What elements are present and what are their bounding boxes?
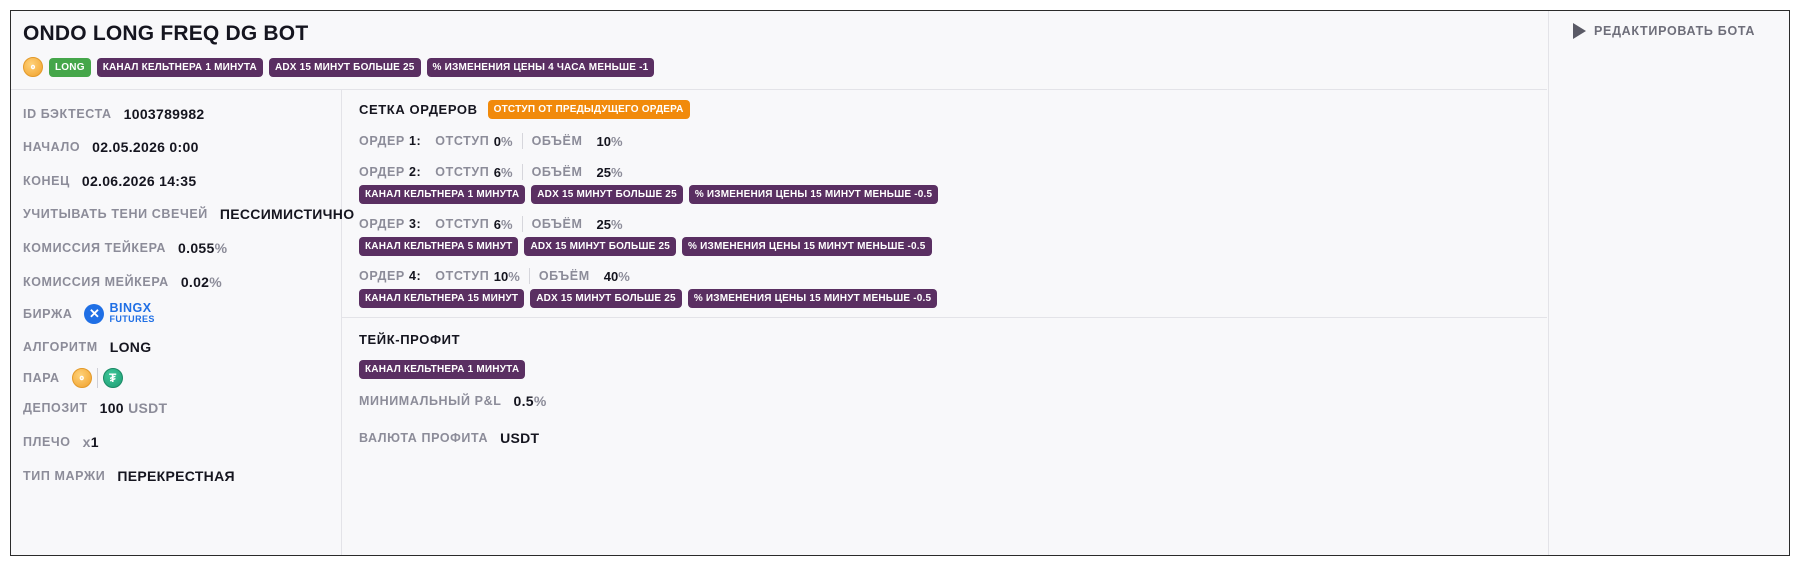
edit-bot-button[interactable]: РЕДАКТИРОВАТЬ БОТА bbox=[1573, 23, 1755, 39]
take-profit: ТЕЙК-ПРОФИТ КАНАЛ КЕЛЬТНЕРА 1 МИНУТА МИН… bbox=[342, 318, 1547, 555]
order-grid-header: СЕТКА ОРДЕРОВ ОТСТУП ОТ ПРЕДЫДУЩЕГО ОРДЕ… bbox=[359, 100, 690, 119]
condition-badge: КАНАЛ КЕЛЬТНЕРА 15 МИНУТ bbox=[359, 289, 525, 308]
condition-badge: % ИЗМЕНЕНИЯ ЦЕНЫ 15 МИНУТ МЕНЬШЕ -0.5 bbox=[688, 185, 939, 204]
order-conditions: КАНАЛ КЕЛЬТНЕРА 1 МИНУТА ADX 15 МИНУТ БО… bbox=[359, 185, 939, 204]
order-row: ОРДЕР 4: ОТСТУП 10% ОБЪЁМ 40% bbox=[359, 268, 630, 284]
param-algorithm: АЛГОРИТМ LONG bbox=[23, 339, 152, 355]
param-pair: ПАРА ⚬ ₮ bbox=[23, 368, 123, 388]
condition-badge: КАНАЛ КЕЛЬТНЕРА 1 МИНУТА bbox=[96, 57, 263, 77]
param-taker-fee: КОМИССИЯ ТЕЙКЕРА 0.055% bbox=[23, 240, 228, 256]
backtest-params: ID БЭКТЕСТА 1003789982 НАЧАЛО 02.05.2026… bbox=[11, 90, 354, 555]
divider bbox=[521, 164, 523, 180]
condition-badge: % ИЗМЕНЕНИЯ ЦЕНЫ 4 ЧАСА МЕНЬШЕ -1 bbox=[426, 57, 655, 77]
bot-title: ONDO LONG FREQ DG BOT bbox=[23, 22, 309, 45]
order-grid-title: СЕТКА ОРДЕРОВ bbox=[359, 102, 478, 117]
order-grid: СЕТКА ОРДЕРОВ ОТСТУП ОТ ПРЕДЫДУЩЕГО ОРДЕ… bbox=[342, 90, 1547, 318]
divider bbox=[528, 268, 530, 284]
condition-badge: % ИЗМЕНЕНИЯ ЦЕНЫ 15 МИНУТ МЕНЬШЕ -0.5 bbox=[682, 237, 932, 256]
order-row: ОРДЕР 2: ОТСТУП 6% ОБЪЁМ 25% bbox=[359, 164, 623, 180]
param-maker-fee: КОМИССИЯ МЕЙКЕРА 0.02% bbox=[23, 274, 223, 290]
param-margin-type: ТИП МАРЖИ ПЕРЕКРЕСТНАЯ bbox=[23, 468, 235, 484]
divider bbox=[521, 133, 523, 149]
min-pnl: МИНИМАЛЬНЫЙ P&L 0.5% bbox=[359, 393, 547, 409]
bot-card: ONDO LONG FREQ DG BOT ⚬ LONG КАНАЛ КЕЛЬТ… bbox=[10, 10, 1790, 556]
offset-mode-badge: ОТСТУП ОТ ПРЕДЫДУЩЕГО ОРДЕРА bbox=[487, 100, 690, 119]
ondo-coin-icon: ⚬ bbox=[23, 57, 43, 77]
direction-badge: LONG bbox=[49, 57, 91, 77]
condition-badge: ADX 15 МИНУТ БОЛЬШЕ 25 bbox=[268, 57, 421, 77]
bingx-logo: ✕ BINGX FUTURES bbox=[84, 302, 154, 325]
order-conditions: КАНАЛ КЕЛЬТНЕРА 5 МИНУТ ADX 15 МИНУТ БОЛ… bbox=[359, 237, 932, 256]
param-backtest-id: ID БЭКТЕСТА 1003789982 bbox=[23, 106, 205, 122]
profit-currency: ВАЛЮТА ПРОФИТА USDT bbox=[359, 430, 540, 446]
ondo-coin-icon: ⚬ bbox=[71, 368, 92, 388]
param-start: НАЧАЛО 02.05.2026 0:00 bbox=[23, 139, 199, 155]
take-profit-title: ТЕЙК-ПРОФИТ bbox=[359, 332, 461, 347]
bot-header: ONDO LONG FREQ DG BOT ⚬ LONG КАНАЛ КЕЛЬТ… bbox=[11, 11, 1547, 90]
take-profit-header: ТЕЙК-ПРОФИТ bbox=[359, 332, 460, 347]
divider bbox=[521, 216, 523, 232]
bot-details: ONDO LONG FREQ DG BOT ⚬ LONG КАНАЛ КЕЛЬТ… bbox=[11, 11, 1547, 555]
param-candle-shadows: УЧИТЫВАТЬ ТЕНИ СВЕЧЕЙ ПЕССИМИСТИЧНО bbox=[23, 206, 355, 222]
condition-badge: ADX 15 МИНУТ БОЛЬШЕ 25 bbox=[530, 289, 682, 308]
usdt-coin-icon: ₮ bbox=[102, 368, 123, 388]
pair-divider bbox=[96, 368, 98, 388]
order-row: ОРДЕР 1: ОТСТУП 0% ОБЪЁМ 10% bbox=[359, 133, 623, 149]
condition-badge: % ИЗМЕНЕНИЯ ЦЕНЫ 15 МИНУТ МЕНЬШЕ -0.5 bbox=[687, 289, 938, 308]
param-deposit: ДЕПОЗИТ 100 USDT bbox=[23, 400, 168, 416]
condition-badge: КАНАЛ КЕЛЬТНЕРА 1 МИНУТА bbox=[359, 185, 526, 204]
condition-badge: КАНАЛ КЕЛЬТНЕРА 5 МИНУТ bbox=[359, 237, 519, 256]
header-tags: ⚬ LONG КАНАЛ КЕЛЬТНЕРА 1 МИНУТА ADX 15 М… bbox=[23, 57, 655, 77]
param-exchange: БИРЖА ✕ BINGX FUTURES bbox=[23, 301, 155, 325]
bingx-x-icon: ✕ bbox=[84, 304, 105, 324]
condition-badge: ADX 15 МИНУТ БОЛЬШЕ 25 bbox=[531, 185, 683, 204]
param-leverage: ПЛЕЧО x1 bbox=[23, 434, 99, 450]
actions-panel: РЕДАКТИРОВАТЬ БОТА bbox=[1548, 11, 1790, 555]
take-profit-conditions: КАНАЛ КЕЛЬТНЕРА 1 МИНУТА bbox=[359, 360, 526, 379]
order-row: ОРДЕР 3: ОТСТУП 6% ОБЪЁМ 25% bbox=[359, 216, 623, 232]
condition-badge: КАНАЛ КЕЛЬТНЕРА 1 МИНУТА bbox=[359, 360, 526, 379]
param-end: КОНЕЦ 02.06.2026 14:35 bbox=[23, 173, 197, 189]
order-conditions: КАНАЛ КЕЛЬТНЕРА 15 МИНУТ ADX 15 МИНУТ БО… bbox=[359, 289, 938, 308]
condition-badge: ADX 15 МИНУТ БОЛЬШЕ 25 bbox=[524, 237, 677, 256]
play-icon bbox=[1573, 23, 1586, 39]
